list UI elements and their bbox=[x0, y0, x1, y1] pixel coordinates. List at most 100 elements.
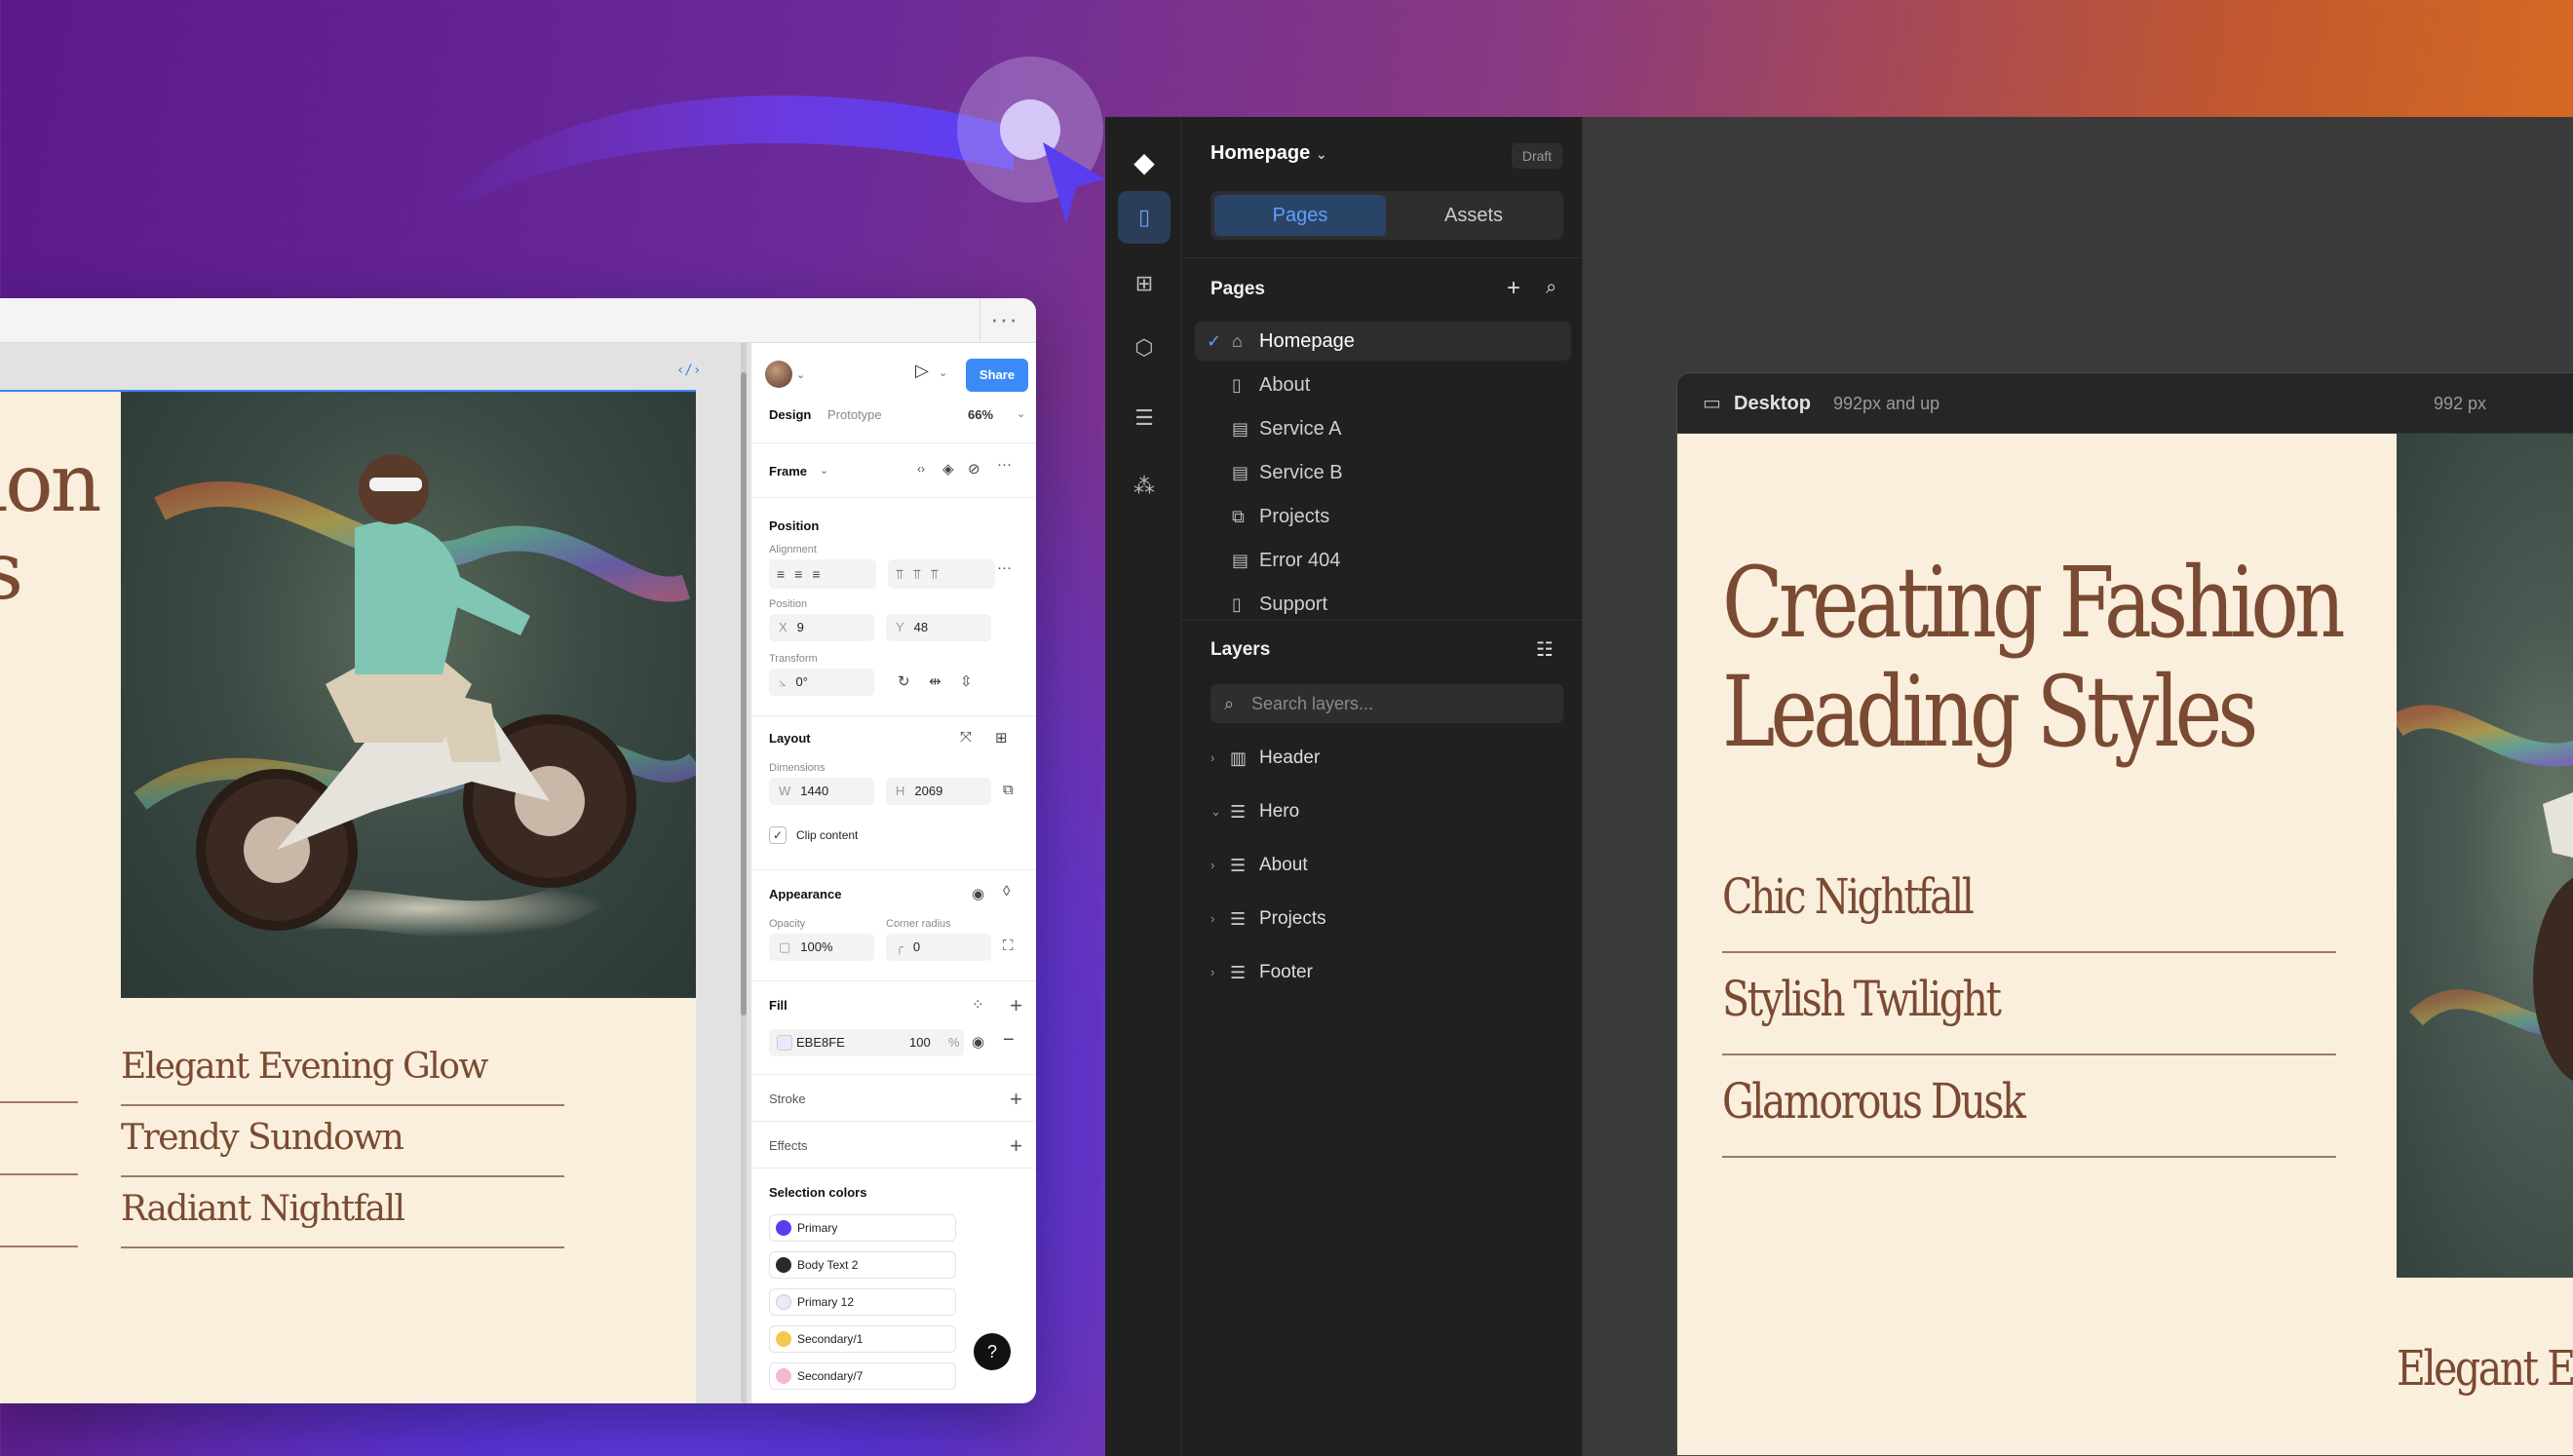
preview-list-item[interactable]: Stylish Twilight bbox=[1722, 953, 2336, 1055]
logo-icon[interactable]: ◆ bbox=[1118, 136, 1171, 189]
remove-fill-icon[interactable]: − bbox=[1003, 1029, 1015, 1052]
alignment-label: Alignment bbox=[769, 544, 817, 556]
more-horizontal-icon[interactable]: ··· bbox=[997, 559, 1012, 576]
fit-icon[interactable]: ⤧ bbox=[960, 729, 972, 746]
breakpoint-range: 992px and up bbox=[1833, 394, 1940, 413]
chevron-right-icon[interactable]: › bbox=[1210, 846, 1214, 885]
page-item-error-404[interactable]: ▤ Error 404 bbox=[1195, 541, 1571, 580]
rotation-field[interactable]: ⦣ 0° bbox=[769, 669, 874, 696]
auto-layout-icon[interactable]: ⊞ bbox=[995, 729, 1008, 747]
avatar[interactable] bbox=[765, 361, 792, 388]
page-item-service-b[interactable]: ▤ Service B bbox=[1195, 453, 1571, 492]
share-button[interactable]: Share bbox=[966, 359, 1028, 392]
canvas-scrollbar-thumb[interactable] bbox=[741, 372, 747, 1015]
horizontal-align-group[interactable]: ≡≡≡ bbox=[769, 559, 876, 589]
artboard-list-item[interactable]: Elegant Evening Glow bbox=[121, 1035, 564, 1106]
selection-color-row[interactable]: Secondary/7 bbox=[769, 1362, 956, 1390]
preview-hero-photo[interactable] bbox=[2390, 434, 2573, 1278]
layer-item-footer[interactable]: › ☰ Footer bbox=[1195, 953, 1571, 992]
site-title-dropdown[interactable]: Homepage ⌄ bbox=[1210, 142, 1327, 165]
help-button[interactable]: ? bbox=[974, 1333, 1011, 1370]
artboard-hero-photo[interactable] bbox=[121, 392, 703, 998]
play-icon[interactable]: ▷ bbox=[915, 361, 929, 381]
artboard-frame[interactable]: ion s bbox=[0, 390, 703, 1403]
corner-radius-field[interactable]: ╭ 0 bbox=[886, 934, 991, 961]
more-horizontal-icon[interactable]: ··· bbox=[997, 456, 1012, 473]
page-item-homepage[interactable]: ✓ ⌂ Homepage bbox=[1195, 322, 1571, 361]
breakpoint-label[interactable]: Desktop bbox=[1734, 393, 1811, 415]
chevron-right-icon[interactable]: › bbox=[1210, 953, 1214, 992]
resize-icon[interactable]: ⧉ bbox=[1003, 782, 1014, 798]
design-canvas[interactable]: ‹/› ion s bbox=[0, 343, 750, 1403]
expand-corners-icon[interactable]: ⛶ bbox=[1003, 938, 1014, 954]
add-section-icon[interactable]: ⊞ bbox=[1118, 257, 1171, 310]
page-item-about[interactable]: ▯ About bbox=[1195, 365, 1571, 404]
add-page-icon[interactable]: + bbox=[1507, 275, 1520, 302]
preview-page[interactable]: Creating Fashion Leading Styles Chic Nig… bbox=[1677, 434, 2573, 1455]
add-effect-icon[interactable]: + bbox=[1010, 1135, 1022, 1157]
clip-content-checkbox[interactable]: ✓ bbox=[769, 826, 787, 844]
pages-icon[interactable]: ▯ bbox=[1118, 191, 1171, 244]
tab-design[interactable]: Design bbox=[769, 407, 811, 422]
selection-color-row[interactable]: Primary 12 bbox=[769, 1288, 956, 1316]
preview-bottom-text[interactable]: Elegant Ev bbox=[2397, 1340, 2573, 1397]
frame-dropdown[interactable]: Frame bbox=[769, 464, 807, 479]
chevron-down-icon[interactable]: ⌄ bbox=[1017, 407, 1025, 420]
fill-color-field[interactable]: EBE8FE 100 % bbox=[769, 1029, 964, 1056]
chevron-down-icon[interactable]: ⌄ bbox=[820, 464, 828, 477]
page-item-projects[interactable]: ⧉ Projects bbox=[1195, 497, 1571, 536]
database-icon[interactable]: ☰ bbox=[1118, 392, 1171, 444]
add-fill-icon[interactable]: + bbox=[1010, 995, 1022, 1016]
search-layers-input[interactable]: ⌕ Search layers... bbox=[1210, 684, 1563, 723]
flip-horizontal-icon[interactable]: ⇹ bbox=[929, 672, 941, 690]
chevron-right-icon[interactable]: › bbox=[1210, 739, 1214, 778]
apps-icon[interactable]: ⁂ bbox=[1118, 460, 1171, 513]
page-item-service-a[interactable]: ▤ Service A bbox=[1195, 409, 1571, 448]
width-field[interactable]: W 1440 bbox=[769, 778, 874, 805]
artboard-list-item[interactable]: Trendy Sundown bbox=[121, 1106, 564, 1177]
droplet-icon[interactable]: ◊ bbox=[1003, 883, 1010, 900]
chevron-down-icon[interactable]: ⌄ bbox=[796, 368, 805, 381]
eye-icon[interactable]: ◉ bbox=[972, 885, 984, 902]
code-icon[interactable]: ‹› bbox=[917, 462, 925, 476]
tab-prototype[interactable]: Prototype bbox=[827, 407, 882, 422]
vertical-align-group[interactable]: ⫪⫪⫪ bbox=[888, 559, 995, 589]
add-stroke-icon[interactable]: + bbox=[1010, 1089, 1022, 1110]
component-icon[interactable]: ◈ bbox=[942, 460, 954, 478]
tab-pages[interactable]: Pages bbox=[1214, 195, 1386, 236]
eye-icon[interactable]: ◉ bbox=[972, 1033, 984, 1051]
search-icon[interactable]: ⌕ bbox=[1546, 277, 1556, 299]
y-position-field[interactable]: Y 48 bbox=[886, 614, 991, 641]
more-horizontal-icon[interactable]: ··· bbox=[990, 304, 1018, 334]
x-position-field[interactable]: X9 bbox=[769, 614, 874, 641]
selection-color-row[interactable]: Primary bbox=[769, 1214, 956, 1242]
code-icon[interactable]: ‹/› bbox=[676, 363, 701, 378]
layer-item-about[interactable]: › ☰ About bbox=[1195, 846, 1571, 885]
link-icon[interactable]: ⊘ bbox=[968, 460, 980, 478]
opacity-field[interactable]: ▢ 100% bbox=[769, 934, 874, 961]
zoom-level[interactable]: 66% bbox=[968, 407, 993, 422]
selection-color-row[interactable]: Secondary/1 bbox=[769, 1325, 956, 1353]
status-badge: Draft bbox=[1512, 143, 1562, 169]
components-icon[interactable]: ⬡ bbox=[1118, 322, 1171, 374]
chevron-down-icon[interactable]: ⌄ bbox=[1210, 792, 1221, 831]
layer-item-projects[interactable]: › ☰ Projects bbox=[1195, 900, 1571, 939]
rotate-icon[interactable]: ↻ bbox=[898, 672, 910, 690]
styles-grid-icon[interactable]: ⁘ bbox=[972, 996, 984, 1014]
selection-color-row[interactable]: Body Text 2 bbox=[769, 1251, 956, 1279]
artboard-list-item[interactable]: Radiant Nightfall bbox=[121, 1177, 564, 1248]
height-field[interactable]: H 2069 bbox=[886, 778, 991, 805]
layer-item-hero[interactable]: ⌄ ☰ Hero bbox=[1195, 792, 1571, 831]
flip-vertical-icon[interactable]: ⇳ bbox=[960, 672, 973, 690]
chevron-down-icon[interactable]: ⌄ bbox=[939, 366, 947, 379]
layer-item-header[interactable]: › ▥ Header bbox=[1195, 739, 1571, 778]
preview-list-item[interactable]: Chic Nightfall bbox=[1722, 851, 2336, 953]
page-item-support[interactable]: ▯ Support bbox=[1195, 585, 1571, 624]
section-stroke-heading: Stroke bbox=[769, 1092, 806, 1106]
preview-list-item[interactable]: Glamorous Dusk bbox=[1722, 1055, 2336, 1158]
hero-heading[interactable]: Creating Fashion Leading Styles bbox=[1722, 549, 2346, 767]
tab-assets[interactable]: Assets bbox=[1388, 195, 1559, 236]
canvas-scrollbar[interactable] bbox=[741, 343, 747, 1403]
layers-options-icon[interactable]: ☷ bbox=[1536, 637, 1554, 662]
chevron-right-icon[interactable]: › bbox=[1210, 900, 1214, 939]
